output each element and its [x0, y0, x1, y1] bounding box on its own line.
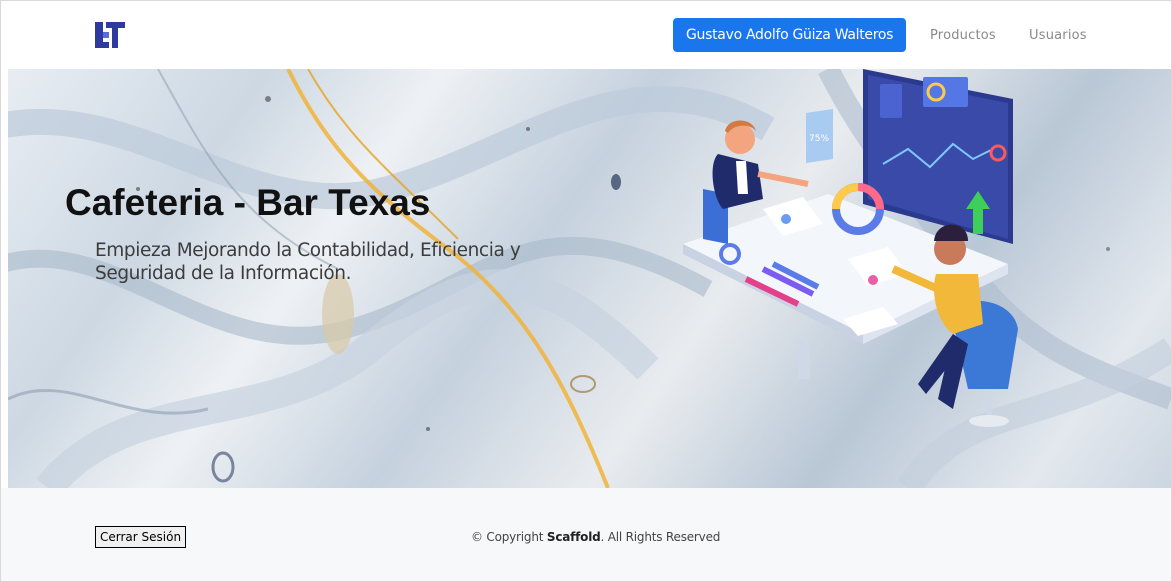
page-footer: Cerrar Sesión © Copyright Scaffold. All … — [1, 488, 1171, 581]
business-analytics-illustration: 75% — [683, 69, 1018, 427]
copyright-suffix: . All Rights Reserved — [600, 530, 721, 544]
copyright-brand: Scaffold — [546, 530, 601, 544]
page: Gustavo Adolfo Güiza Walteros Productos … — [0, 0, 1172, 581]
nav-link-usuarios[interactable]: Usuarios — [1029, 28, 1087, 43]
hero-subtitle: Empieza Mejorando la Contabilidad, Efici… — [95, 240, 521, 284]
user-profile-button[interactable]: Gustavo Adolfo Güiza Walteros — [673, 18, 907, 52]
copyright-prefix: © Copyright — [471, 530, 547, 544]
copyright-text: © Copyright Scaffold. All Rights Reserve… — [471, 530, 720, 544]
percent-label: 75% — [809, 134, 829, 144]
hero-banner: Cafeteria - Bar Texas Empieza Mejorando … — [8, 69, 1171, 488]
brand-logo-icon[interactable] — [93, 20, 127, 50]
hero-title: Cafeteria - Bar Texas — [65, 182, 431, 223]
nav-link-productos[interactable]: Productos — [930, 28, 996, 43]
logout-button[interactable]: Cerrar Sesión — [95, 526, 187, 548]
top-navbar: Gustavo Adolfo Güiza Walteros Productos … — [1, 1, 1171, 69]
